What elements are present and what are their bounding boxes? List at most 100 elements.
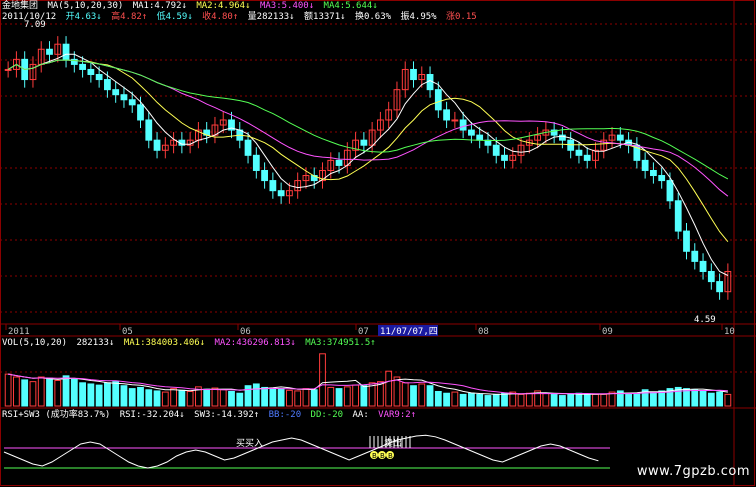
candle-body	[476, 134, 484, 141]
bb-value: BB:-20	[268, 410, 302, 420]
volume-bar	[484, 395, 492, 407]
x-tick-label: 05	[122, 327, 133, 337]
volume-bar	[592, 393, 599, 407]
volume-bar	[128, 388, 136, 407]
x-tick-label: 06	[240, 327, 251, 337]
volume-bar	[219, 389, 227, 407]
volume-bar	[343, 386, 351, 407]
volume-bar	[451, 391, 459, 407]
volume-bar	[443, 392, 450, 407]
volume-bar	[377, 381, 384, 407]
volume-bar	[170, 388, 177, 407]
candle-body	[4, 68, 12, 71]
volume-bar	[567, 393, 575, 407]
volume-bar	[699, 390, 707, 407]
candle-body	[674, 200, 682, 232]
candle-body	[451, 119, 459, 122]
b-signal-label: B	[372, 452, 377, 460]
volume-bar	[54, 379, 62, 407]
ma1-value: MA1:4.792↓	[132, 1, 187, 11]
volume-bar	[707, 392, 715, 407]
candle-body	[95, 74, 103, 81]
buy-signal-label: 买买入	[236, 439, 264, 449]
volume-bar	[145, 389, 153, 407]
quote-header: 2011/10/12 开4.63↓ 高4.82↑ 低4.59↓ 收4.80↑ 量…	[2, 12, 481, 23]
candle-body	[443, 109, 450, 121]
volume-bar	[319, 353, 326, 407]
vol-label: VOL(5,10,20)	[2, 338, 68, 348]
volume-bar	[153, 390, 161, 407]
candle-body	[492, 144, 500, 156]
volume-bar	[236, 392, 244, 407]
volume-bar	[476, 393, 484, 407]
volume-bar	[525, 392, 533, 407]
price-header: 金地集团 MA(5,10,20,30) MA1:4.792↓ MA2:4.964…	[2, 1, 382, 12]
volume-bar	[104, 382, 111, 407]
x-tick-label: 07	[358, 327, 369, 337]
ma4-value: MA4:5.644↓	[323, 1, 378, 11]
volume-bar	[112, 381, 120, 407]
volume-bar	[46, 377, 53, 407]
volume-bar	[335, 388, 343, 407]
candle-body	[269, 180, 277, 192]
candle-body	[683, 230, 690, 252]
volume-bar	[501, 392, 508, 407]
ma2-value: MA2:4.964↓	[196, 1, 251, 11]
candle-body	[641, 159, 649, 171]
b-signal-label: B	[388, 452, 393, 460]
volume-bar	[137, 386, 144, 407]
rsi-value: RSI:-32.204↓	[119, 410, 185, 420]
vol-ma2: MA2:436296.813↓	[214, 338, 296, 348]
volume-bar	[286, 389, 293, 407]
volume-bar	[724, 393, 732, 407]
volume-bar	[434, 391, 442, 407]
vol-ma1: MA1:384003.406↓	[123, 338, 206, 348]
open-value: 开4.63↓	[65, 12, 102, 22]
volume-bar	[4, 373, 12, 407]
change-value: 涨0.15	[446, 12, 477, 22]
watermark: www.7gpzb.com	[636, 464, 750, 479]
rsi-line	[3, 434, 599, 469]
volume-bar	[178, 389, 186, 407]
volume-bar	[277, 388, 285, 407]
volume-bar	[70, 378, 78, 407]
candle-body	[691, 250, 699, 262]
volume-bar	[410, 385, 417, 407]
volume-bar	[459, 393, 467, 407]
volume-bar	[21, 379, 29, 407]
volume-bar	[658, 390, 666, 407]
volume-bar	[418, 383, 426, 407]
volume-header: VOL(5,10,20) 282133↓ MA1:384003.406↓ MA2…	[2, 338, 380, 349]
volume-bar	[327, 386, 335, 407]
volume-bar	[600, 393, 608, 407]
close-value: 收4.80↑	[202, 12, 239, 22]
candle-body	[145, 119, 153, 141]
amplitude-value: 振4.95%	[400, 12, 437, 22]
candle-body	[137, 104, 144, 121]
volume-bar	[517, 393, 525, 407]
vol-ma3: MA3:374951.5↑	[305, 338, 376, 348]
date-highlight-label: 11/07/07,四	[380, 327, 438, 337]
x-tick-label: 2011	[8, 327, 30, 337]
x-tick-label: 09	[602, 327, 613, 337]
volume-bar	[691, 389, 699, 407]
candle-body	[583, 154, 591, 161]
candle-body	[716, 281, 723, 293]
volume-bar	[650, 391, 657, 407]
candle-body	[112, 89, 120, 96]
ma3-value: MA3:5.400↓	[259, 1, 315, 11]
candle-body	[46, 48, 53, 55]
volume-bar	[625, 392, 632, 407]
volume-bar	[310, 389, 318, 407]
volume-bar	[203, 388, 211, 407]
volume-bar	[95, 384, 103, 407]
volume-bar	[79, 382, 86, 407]
volume-bar	[401, 382, 409, 407]
volume-bar	[393, 376, 401, 407]
dd-value: DD:-20	[310, 410, 344, 420]
candle-body	[666, 180, 674, 202]
turnover-value: 换0.63%	[354, 12, 392, 22]
volume-value: 量282133↓	[247, 12, 295, 22]
amount-value: 额13371↓	[304, 12, 346, 22]
volume-bar	[583, 393, 591, 407]
